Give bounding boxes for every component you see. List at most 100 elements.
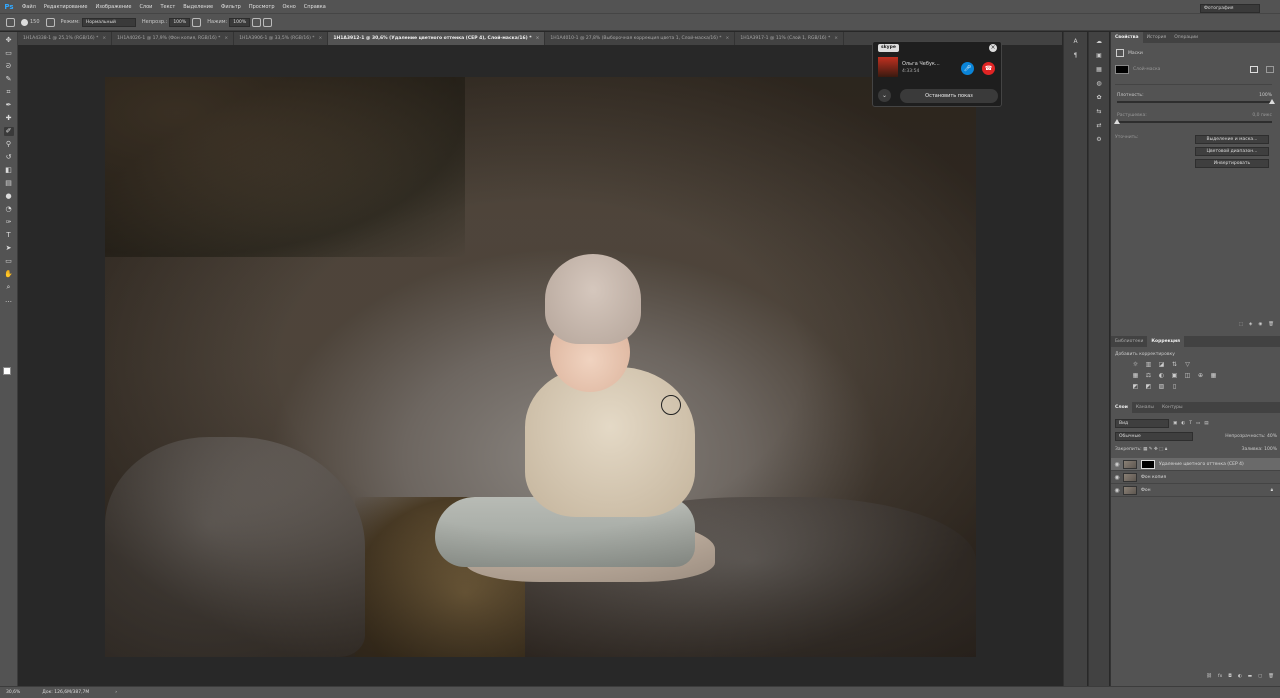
invert-adj-icon[interactable]: ◩ bbox=[1131, 382, 1140, 391]
more-tools-icon[interactable]: … bbox=[4, 296, 14, 305]
filter-adjust-icon[interactable]: ◐ bbox=[1181, 421, 1185, 426]
gradient-tool-icon[interactable]: ▤ bbox=[4, 179, 14, 188]
menu-select[interactable]: Выделение bbox=[179, 4, 217, 10]
menu-help[interactable]: Справка bbox=[300, 4, 330, 10]
close-icon[interactable]: × bbox=[319, 36, 323, 41]
document-tab[interactable]: 1H1A4338-1 @ 25,1% (RGB/16) * × bbox=[18, 32, 113, 45]
invert-button[interactable]: Инвертировать bbox=[1195, 159, 1269, 168]
chevron-down-icon[interactable]: ⌄ bbox=[878, 89, 891, 102]
close-icon[interactable]: × bbox=[834, 36, 838, 41]
color-balance-icon[interactable]: ⚖ bbox=[1144, 371, 1153, 380]
foreground-color-swatch[interactable] bbox=[3, 367, 11, 375]
curves-icon[interactable]: ◪ bbox=[1157, 360, 1166, 369]
new-adjustment-icon[interactable]: ◐ bbox=[1238, 674, 1242, 679]
hue-saturation-icon[interactable]: ▦ bbox=[1131, 371, 1140, 380]
add-mask-icon[interactable]: ◘ bbox=[1228, 674, 1232, 679]
menu-file[interactable]: Файл bbox=[18, 4, 40, 10]
layer-row[interactable]: ◉ Удаление цветного оттенка (CEP 4) bbox=[1111, 458, 1280, 471]
pixel-mask-icon[interactable] bbox=[1250, 66, 1258, 73]
airbrush-icon[interactable] bbox=[252, 17, 262, 27]
tab-channels[interactable]: Каналы bbox=[1132, 402, 1158, 413]
close-icon[interactable]: × bbox=[224, 36, 228, 41]
feather-slider[interactable] bbox=[1114, 119, 1272, 124]
menu-view[interactable]: Просмотр bbox=[245, 4, 279, 10]
clone-stamp-tool-icon[interactable]: ⚲ bbox=[4, 140, 14, 149]
stop-sharing-button[interactable]: Остановить показ bbox=[900, 89, 998, 103]
layer-filter-select[interactable]: Вид bbox=[1115, 419, 1169, 428]
eraser-tool-icon[interactable]: ◧ bbox=[4, 166, 14, 175]
document-tab-active[interactable]: 1H1A3912-1 @ 30,6% (Удаление цветного от… bbox=[328, 32, 546, 45]
hand-tool-icon[interactable]: ✋ bbox=[4, 270, 14, 279]
mode-select[interactable]: Нормальный bbox=[81, 17, 136, 27]
apply-mask-icon[interactable]: ◈ bbox=[1249, 322, 1252, 327]
blur-tool-icon[interactable]: ● bbox=[4, 192, 14, 201]
document-tab[interactable]: 1H1A4010-1 @ 27,8% (Выборочная коррекция… bbox=[545, 32, 736, 45]
close-icon[interactable]: × bbox=[989, 44, 997, 52]
delete-icon[interactable]: 🗑︎ bbox=[1268, 322, 1274, 327]
dodge-tool-icon[interactable]: ◔ bbox=[4, 205, 14, 214]
type-tool-icon[interactable]: T bbox=[4, 231, 14, 240]
channel-mixer-icon[interactable]: ◫ bbox=[1183, 371, 1192, 380]
healing-brush-tool-icon[interactable]: ✚ bbox=[4, 114, 14, 123]
adjust-panel-icon[interactable]: ⇆ bbox=[1094, 107, 1104, 116]
filter-pixel-icon[interactable]: ▣ bbox=[1173, 421, 1177, 426]
slider-knob[interactable] bbox=[1114, 119, 1120, 124]
menu-edit[interactable]: Редактирование bbox=[40, 4, 92, 10]
flow-field[interactable]: 100% bbox=[229, 17, 251, 27]
link-icon[interactable]: ⛓ bbox=[1206, 674, 1212, 679]
density-slider[interactable] bbox=[1117, 99, 1275, 104]
brush-preset-picker[interactable]: 150 bbox=[21, 18, 40, 26]
libraries-panel-icon[interactable]: ☁ bbox=[1094, 37, 1104, 46]
layer-row[interactable]: ◉ Фон 🔒︎ bbox=[1111, 484, 1280, 497]
pen-tool-icon[interactable]: ✑ bbox=[4, 218, 14, 227]
zoom-tool-icon[interactable]: ⌕ bbox=[4, 283, 14, 292]
fill-value[interactable]: 100% bbox=[1264, 447, 1277, 452]
menu-text[interactable]: Текст bbox=[156, 4, 179, 10]
status-arrow-icon[interactable]: › bbox=[115, 690, 117, 695]
lock-icons[interactable]: ▦ ✎ ✥ ⬚ 🔒︎ bbox=[1143, 447, 1167, 452]
path-select-tool-icon[interactable]: ➤ bbox=[4, 244, 14, 253]
filter-shape-icon[interactable]: ▭ bbox=[1196, 421, 1200, 426]
posterize-icon[interactable]: ◩ bbox=[1144, 382, 1153, 391]
opacity-field[interactable]: 100% bbox=[169, 17, 191, 27]
new-layer-icon[interactable]: ▢ bbox=[1258, 674, 1262, 679]
tab-actions[interactable]: Операции bbox=[1170, 32, 1202, 43]
visibility-icon[interactable]: ◉ bbox=[1258, 322, 1262, 327]
brightness-icon[interactable]: ☼ bbox=[1131, 360, 1140, 369]
filter-smart-icon[interactable]: ▤ bbox=[1204, 421, 1208, 426]
tab-paths[interactable]: Контуры bbox=[1158, 402, 1187, 413]
navigator-panel-icon[interactable]: ▣ bbox=[1094, 51, 1104, 60]
vector-mask-icon[interactable] bbox=[1266, 66, 1274, 73]
menu-layers[interactable]: Слои bbox=[135, 4, 156, 10]
slider-knob[interactable] bbox=[1269, 99, 1275, 104]
document-tab[interactable]: 1H1A3917-1 @ 11% (Слой 1, RGB/16) * × bbox=[735, 32, 845, 45]
feather-value[interactable]: 0,0 пикс bbox=[1252, 113, 1272, 118]
lasso-tool-icon[interactable]: ᘐ bbox=[4, 62, 14, 71]
zoom-level[interactable]: 30,6% bbox=[6, 690, 20, 695]
mask-thumbnail[interactable] bbox=[1141, 459, 1155, 469]
brush-tool-icon[interactable] bbox=[6, 17, 15, 27]
menu-image[interactable]: Изображение bbox=[91, 4, 135, 10]
eyedropper-tool-icon[interactable]: ✒ bbox=[4, 101, 14, 110]
threshold-icon[interactable]: ▨ bbox=[1157, 382, 1166, 391]
styles-panel-icon[interactable]: ◍ bbox=[1094, 79, 1104, 88]
character-panel-icon[interactable]: A bbox=[1071, 37, 1081, 46]
color-lookup-icon[interactable]: ⊕ bbox=[1196, 371, 1205, 380]
move-tool-icon[interactable]: ✥ bbox=[4, 36, 14, 45]
select-and-mask-button[interactable]: Выделение и маска... bbox=[1195, 135, 1269, 144]
tab-libraries[interactable]: Библиотеки bbox=[1111, 336, 1147, 347]
shape-tool-icon[interactable]: ▭ bbox=[4, 257, 14, 266]
menu-filter[interactable]: Фильтр bbox=[217, 4, 245, 10]
crop-tool-icon[interactable]: ⌗ bbox=[4, 88, 14, 97]
eye-icon[interactable]: ◉ bbox=[1111, 474, 1123, 481]
tab-properties[interactable]: Свойства bbox=[1111, 32, 1143, 43]
selection-icon[interactable]: ⬚ bbox=[1239, 322, 1243, 327]
hang-up-icon[interactable]: ☎ bbox=[982, 62, 995, 75]
microphone-icon[interactable]: 🎤︎ bbox=[961, 62, 974, 75]
color-range-button[interactable]: Цветовой диапазон... bbox=[1195, 147, 1269, 156]
grid-icon[interactable]: ▦ bbox=[1209, 371, 1218, 380]
mask-thumbnail[interactable] bbox=[1115, 65, 1129, 74]
close-icon[interactable]: × bbox=[726, 36, 730, 41]
document-tab[interactable]: 1H1A3906-1 @ 33,5% (RGB/16) * × bbox=[234, 32, 329, 45]
tab-layers[interactable]: Слои bbox=[1111, 402, 1132, 413]
